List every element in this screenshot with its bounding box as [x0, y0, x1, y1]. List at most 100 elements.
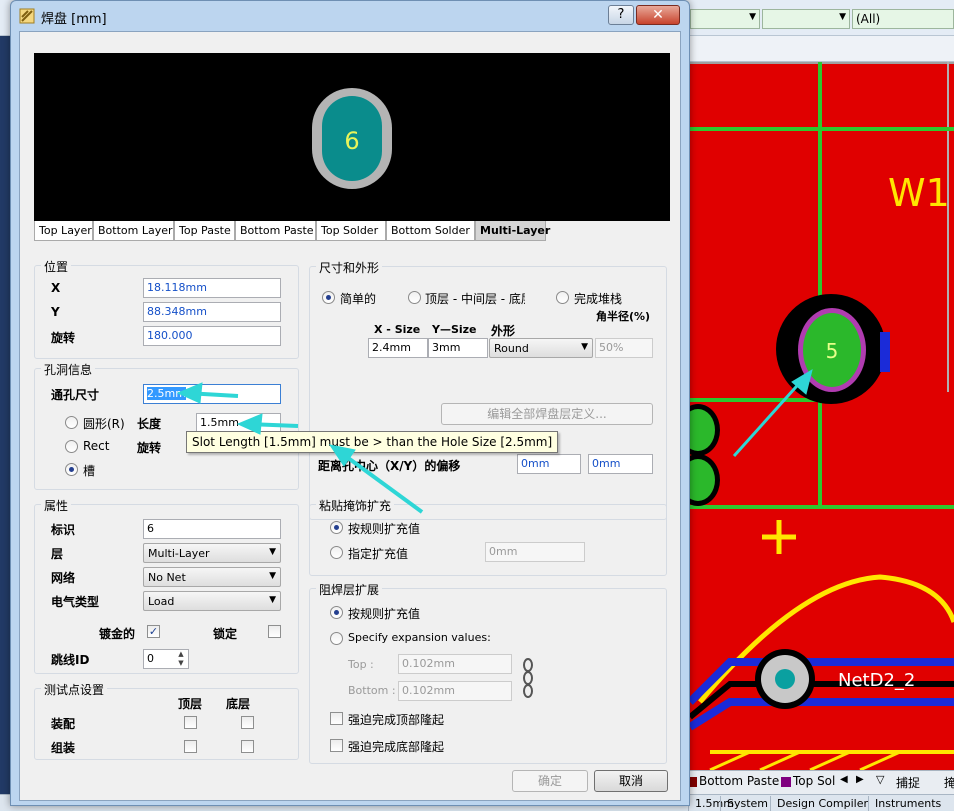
hole-size-value: 2.5mm	[147, 387, 186, 400]
scroll-right-icon[interactable]: ▶	[856, 774, 864, 785]
link-chain-icon[interactable]	[520, 657, 536, 699]
scope-filter-combo[interactable]: (All)	[852, 9, 954, 29]
designator-label: 标识	[51, 523, 76, 537]
x-size-input[interactable]: 2.4mm	[368, 338, 428, 358]
rotation-input[interactable]: 180.000	[143, 326, 281, 346]
dialog-titlebar[interactable]: 焊盘 [mm] ? ✕	[11, 1, 689, 31]
full-stack-label: 完成堆栈	[574, 292, 623, 306]
rect-hole-radio[interactable]	[65, 440, 78, 453]
simple-radio[interactable]	[322, 291, 335, 304]
testpoint-top-header: 顶层	[178, 697, 203, 711]
full-stack-radio[interactable]	[556, 291, 569, 304]
dialog-client: 6 Top Layer Bottom Layer Top Paste Botto…	[19, 31, 681, 801]
layer-filter-combo[interactable]: ▼	[690, 9, 760, 29]
paste-expansion-input[interactable]: 0mm	[485, 542, 585, 562]
position-group: 位置 X 18.118mm Y 88.348mm 旋转 180.000	[34, 258, 299, 359]
assembly-top-checkbox[interactable]	[184, 716, 197, 729]
fab-top-checkbox[interactable]	[184, 740, 197, 753]
layer-select[interactable]: Multi-Layer ▼	[143, 543, 281, 563]
plated-checkbox[interactable]: ✓	[147, 625, 160, 638]
hole-group-title: 孔洞信息	[41, 361, 96, 378]
y-size-input[interactable]: 3mm	[428, 338, 488, 358]
filter-icon[interactable]: ▽	[876, 773, 884, 786]
chevron-down-icon: ▼	[269, 547, 276, 557]
close-button[interactable]: ✕	[636, 5, 680, 25]
locked-checkbox[interactable]	[268, 625, 281, 638]
x-position-input[interactable]: 18.118mm	[143, 278, 281, 298]
layer-label: 层	[51, 547, 64, 561]
offset-y-input[interactable]: 0mm	[588, 454, 653, 474]
plated-label: 镀金的	[99, 627, 136, 641]
scroll-left-icon[interactable]: ◀	[840, 774, 848, 785]
chevron-down-icon: ▼	[839, 12, 846, 22]
paste-rule-label: 按规则扩充值	[348, 522, 421, 536]
properties-group: 属性 标识 6 层 Multi-Layer ▼ 网络 No Net ▼ 电气类型 L…	[34, 497, 299, 674]
force-bottom-tent-checkbox[interactable]	[330, 739, 343, 752]
fab-bottom-checkbox[interactable]	[241, 740, 254, 753]
round-hole-radio[interactable]	[65, 416, 78, 429]
solder-top-label: Top :	[348, 658, 374, 671]
y-position-input[interactable]: 88.348mm	[143, 302, 281, 322]
validation-tooltip: Slot Length [1.5mm] must be > than the H…	[186, 431, 559, 453]
pcb-canvas[interactable]: 5 W1 NetD2_2	[690, 62, 954, 770]
layer-tabs-bar: Bottom Paste Top Sol ◀ ▶ ▽ 捕捉 掩	[687, 770, 954, 794]
pad-5-label: 5	[826, 339, 839, 363]
tab-bottom-solder[interactable]: Bottom Solder	[386, 221, 475, 241]
slot-hole-radio[interactable]	[65, 463, 78, 476]
rect-hole-label: Rect	[83, 439, 110, 453]
pad-tool-icon	[19, 8, 35, 24]
ok-button[interactable]: 确定	[512, 770, 588, 792]
status-design-compiler[interactable]: Design Compiler	[770, 796, 874, 811]
object-filter-combo[interactable]: ▼	[762, 9, 850, 29]
assembly-label: 装配	[51, 717, 76, 731]
slot-length-input[interactable]: 1.5mm	[196, 413, 281, 433]
layer-tab-top-solder[interactable]: Top Sol	[780, 774, 838, 792]
designator-input[interactable]: 6	[143, 519, 281, 539]
snap-button[interactable]: 捕捉	[896, 774, 920, 791]
net-select[interactable]: No Net ▼	[143, 567, 281, 587]
tab-top-paste[interactable]: Top Paste	[174, 221, 235, 241]
simple-label: 简单的	[340, 292, 377, 306]
paste-specify-radio[interactable]	[330, 546, 343, 559]
solder-mask-group-title: 阻焊层扩展	[316, 581, 383, 598]
jumper-id-label: 跳线ID	[51, 653, 90, 667]
tab-multi-layer[interactable]: Multi-Layer	[475, 221, 550, 241]
electrical-type-select[interactable]: Load ▼	[143, 591, 281, 611]
paste-mask-group-title: 粘贴掩饰扩充	[316, 497, 395, 514]
force-top-tent-label: 强迫完成顶部隆起	[348, 713, 445, 727]
mask-button[interactable]: 掩	[944, 774, 954, 791]
tab-bottom-layer[interactable]: Bottom Layer	[93, 221, 174, 241]
solder-specify-radio[interactable]	[330, 632, 343, 645]
jumper-spinner[interactable]: ▲ ▼	[175, 650, 187, 668]
help-button[interactable]: ?	[608, 5, 634, 25]
fabrication-label: 组装	[51, 741, 76, 755]
pad-preview: 6	[34, 53, 670, 221]
status-system[interactable]: System	[720, 796, 774, 811]
status-instruments[interactable]: Instruments	[868, 796, 947, 811]
top-mid-bottom-radio[interactable]	[408, 291, 421, 304]
layer-tab-bottom-paste[interactable]: Bottom Paste	[686, 774, 782, 792]
force-top-tent-checkbox[interactable]	[330, 712, 343, 725]
dialog-title: 焊盘 [mm]	[41, 12, 107, 27]
shape-select[interactable]: Round ▼	[489, 338, 593, 358]
corner-radius-input[interactable]: 50%	[595, 338, 653, 358]
offset-x-input[interactable]: 0mm	[517, 454, 581, 474]
tab-bottom-paste[interactable]: Bottom Paste	[235, 221, 316, 241]
net-label: 网络	[51, 571, 76, 585]
cancel-button[interactable]: 取消	[594, 770, 668, 792]
paste-rule-radio[interactable]	[330, 521, 343, 534]
edit-all-layers-button[interactable]: 编辑全部焊盘层定义...	[441, 403, 653, 425]
force-bottom-tent-label: 强迫完成底部隆起	[348, 740, 445, 754]
slot-rotation-label: 旋转	[137, 441, 162, 455]
tab-top-layer[interactable]: Top Layer	[34, 221, 93, 241]
assembly-bottom-checkbox[interactable]	[241, 716, 254, 729]
offset-label: 距离孔中心（X/Y）的偏移	[318, 459, 461, 473]
chevron-down-icon: ▼	[269, 595, 276, 605]
solder-top-input[interactable]: 0.102mm	[398, 654, 512, 674]
solder-rule-radio[interactable]	[330, 606, 343, 619]
hole-size-input[interactable]: 2.5mm	[143, 384, 281, 404]
app-secondary-toolbar	[690, 36, 954, 62]
solder-bottom-input[interactable]: 0.102mm	[398, 681, 512, 701]
y-label: Y	[51, 305, 60, 319]
tab-top-solder[interactable]: Top Solder	[316, 221, 386, 241]
